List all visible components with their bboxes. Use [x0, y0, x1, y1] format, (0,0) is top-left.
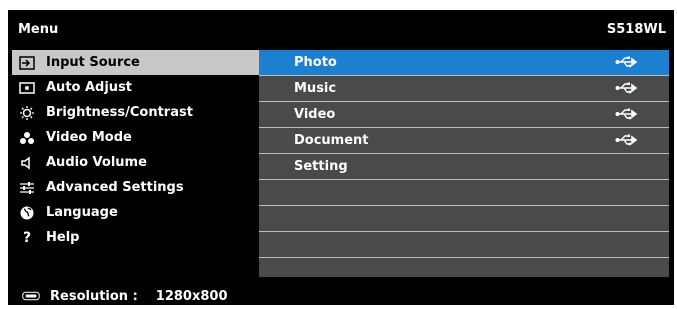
menu-item-label: Brightness/Contrast [46, 105, 193, 120]
globe-icon [18, 206, 36, 220]
submenu-panel: Photo Music Video Document Setting [259, 50, 669, 277]
submenu-empty-row [259, 232, 669, 258]
menu-item-label: Help [46, 230, 80, 245]
resolution-label: Resolution : [50, 288, 138, 304]
usb-icon [615, 133, 638, 151]
menu-item-label: Advanced Settings [46, 180, 184, 195]
menu-item-audio-volume[interactable]: Audio Volume [12, 150, 260, 175]
menu-item-input-source[interactable]: Input Source [12, 50, 260, 75]
menu-item-label: Language [46, 205, 118, 220]
menu-item-label: Input Source [46, 55, 140, 70]
display-port-icon [22, 289, 40, 303]
resolution-bar: Resolution : 1280x800 [16, 286, 228, 306]
menu-item-label: Video Mode [46, 130, 132, 145]
menu-item-help[interactable]: ? Help [12, 225, 260, 250]
usb-icon [615, 81, 638, 99]
submenu-empty-row [259, 180, 669, 206]
submenu-item-label: Document [294, 133, 369, 148]
submenu-item-label: Music [294, 81, 337, 96]
menu-item-label: Auto Adjust [46, 80, 133, 95]
title-bar: Menu S518WL [8, 10, 674, 50]
main-menu: Input Source Auto Adjust Brightness/Cont… [12, 50, 260, 250]
input-source-icon [18, 55, 36, 70]
usb-icon [615, 107, 638, 125]
model-name: S518WL [606, 22, 666, 37]
submenu-item-label: Video [294, 107, 336, 122]
help-icon: ? [22, 229, 32, 246]
menu-item-auto-adjust[interactable]: Auto Adjust [12, 75, 260, 100]
menu-item-brightness-contrast[interactable]: Brightness/Contrast [12, 100, 260, 125]
speaker-icon [18, 156, 36, 170]
submenu-item-video[interactable]: Video [259, 102, 669, 128]
resolution-value: 1280x800 [155, 288, 228, 304]
menu-title: Menu [18, 22, 59, 37]
brightness-icon [18, 105, 36, 120]
submenu-item-label: Photo [294, 55, 337, 70]
submenu-item-photo[interactable]: Photo [259, 50, 669, 76]
submenu-empty-row [259, 206, 669, 232]
menu-item-label: Audio Volume [46, 155, 147, 170]
osd-menu: Menu S518WL Input Source Auto Adjust Bri… [8, 10, 674, 305]
video-mode-icon [18, 131, 36, 145]
menu-item-video-mode[interactable]: Video Mode [12, 125, 260, 150]
menu-item-language[interactable]: Language [12, 200, 260, 225]
settings-sliders-icon [18, 181, 36, 195]
submenu-item-label: Setting [294, 159, 348, 174]
submenu-item-setting[interactable]: Setting [259, 154, 669, 180]
usb-icon [615, 55, 638, 73]
submenu-item-document[interactable]: Document [259, 128, 669, 154]
submenu-item-music[interactable]: Music [259, 76, 669, 102]
menu-item-advanced-settings[interactable]: Advanced Settings [12, 175, 260, 200]
auto-adjust-icon [18, 81, 36, 95]
